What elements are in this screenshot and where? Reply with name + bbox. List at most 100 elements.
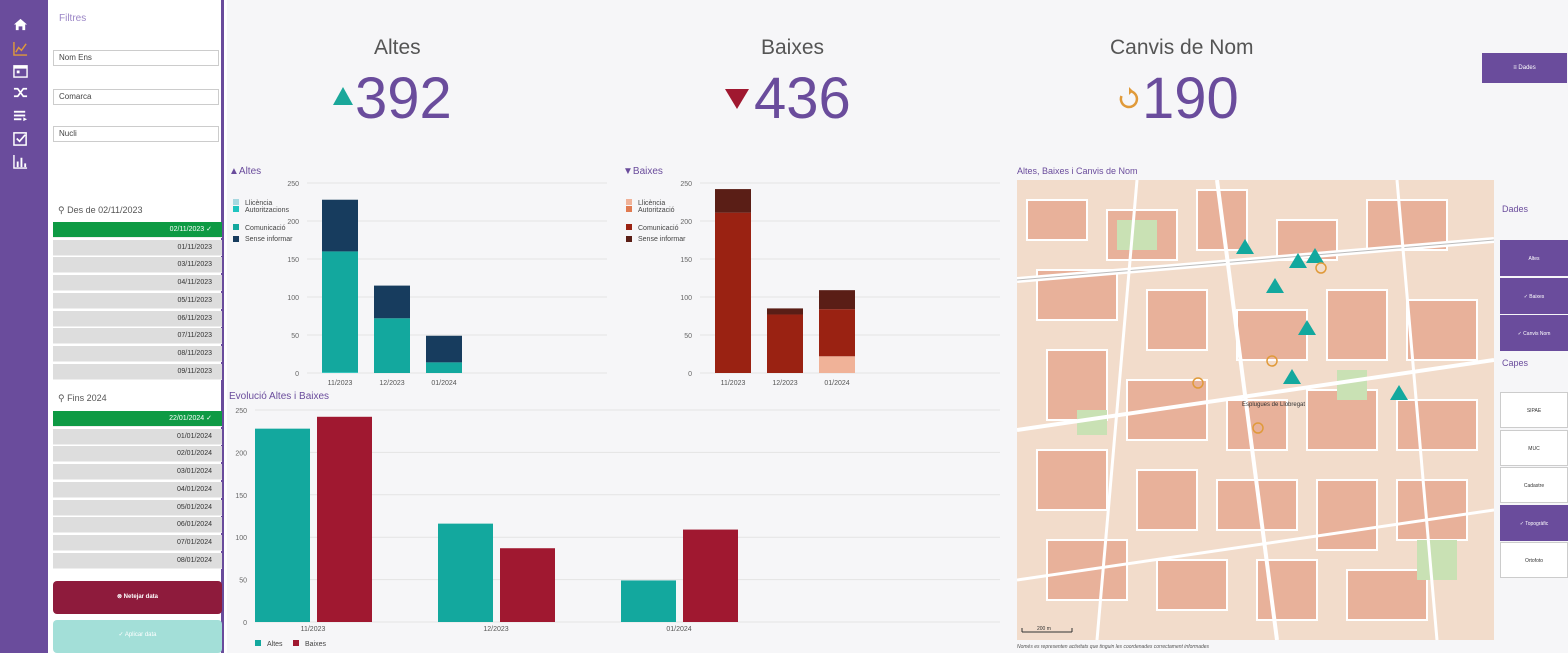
capes-title: Capes — [1502, 358, 1529, 368]
bar-llicència[interactable] — [819, 356, 855, 373]
legend-label: Sense informar — [245, 236, 293, 243]
y-tick-label: 250 — [235, 408, 247, 415]
x-tick-label: 12/2023 — [483, 626, 508, 633]
bar-chart-icon[interactable] — [12, 153, 28, 169]
bar-sense-informar[interactable] — [767, 308, 803, 315]
reset-date-button[interactable]: ⊗ Netejar data — [53, 581, 222, 614]
from-date-item[interactable]: 08/11/2023 — [53, 345, 222, 362]
legend-label: Llicència — [638, 200, 665, 207]
bar-baixes[interactable] — [317, 416, 372, 622]
bar-comunicació[interactable] — [374, 318, 410, 373]
y-tick-label: 100 — [680, 295, 692, 302]
to-date-item[interactable]: 01/01/2024 — [53, 428, 222, 445]
to-date-item[interactable]: 05/01/2024 — [53, 499, 222, 516]
baixes-stacked-chart: 0 50 100 150 200 250 11/2023 12/2023 01/2024 Llic… — [626, 181, 1000, 387]
list-icon[interactable] — [12, 107, 28, 123]
y-tick-label: 50 — [239, 578, 247, 585]
map-view[interactable]: Esplugues de Llobregat 200 m — [1017, 180, 1494, 640]
nom-ens-select[interactable]: Nom Ens — [53, 50, 219, 66]
to-date-item[interactable]: 08/01/2024 — [53, 552, 222, 569]
x-tick-label: 12/2023 — [772, 380, 797, 387]
y-tick-label: 250 — [680, 181, 692, 188]
dades-title: Dades — [1502, 204, 1529, 214]
from-date-item[interactable]: 07/11/2023 — [53, 328, 222, 345]
from-date-item[interactable]: 05/11/2023 — [53, 292, 222, 309]
bar-baixes[interactable] — [683, 529, 738, 622]
nucli-select[interactable]: Nucli — [53, 126, 219, 142]
shuffle-icon[interactable] — [12, 84, 28, 100]
from-date-label: ⚲ Des de 02/11/2023 — [58, 205, 143, 216]
x-tick-label: 01/2024 — [431, 380, 456, 387]
legend-swatch — [233, 199, 239, 205]
bar-sense-informar[interactable] — [374, 285, 410, 319]
from-date-item[interactable]: 02/11/2023 ✓ — [53, 222, 222, 238]
toggle-altes-button[interactable]: Altes — [1500, 240, 1568, 276]
calendar-icon[interactable] — [12, 62, 28, 78]
home-icon[interactable] — [12, 16, 28, 32]
legend-swatch — [626, 199, 632, 205]
y-tick-label: 200 — [235, 450, 247, 457]
toggle-topogràfic-button[interactable]: ✓ Topogràfic — [1500, 504, 1568, 541]
from-date-item[interactable]: 06/11/2023 — [53, 310, 222, 327]
kpi-altes-value: 392 — [355, 66, 452, 131]
y-tick-label: 200 — [680, 219, 692, 226]
legend-label: Comunicació — [638, 225, 679, 232]
bar-comunicació[interactable] — [715, 212, 751, 373]
map-canvas[interactable]: Esplugues de Llobregat 200 m — [1017, 180, 1494, 640]
to-date-item[interactable]: 06/01/2024 — [53, 517, 222, 534]
map-city-label: Esplugues de Llobregat — [1242, 402, 1305, 408]
toggle-sipae-button[interactable]: SIPAE — [1500, 392, 1568, 428]
toggle-cadastre-button[interactable]: Cadastre — [1500, 467, 1568, 503]
legend-swatch — [233, 206, 239, 212]
to-date-item[interactable]: 22/01/2024 ✓ — [53, 411, 222, 427]
bar-altes[interactable] — [255, 428, 310, 622]
kpi-altes-label: Altes — [374, 36, 421, 59]
legend-label: Autorització — [638, 207, 675, 214]
y-tick-label: 100 — [235, 535, 247, 542]
bar-sense-informar[interactable] — [426, 335, 462, 363]
apply-date-button[interactable]: ✓ Aplicar data — [53, 620, 222, 653]
from-date-item[interactable]: 04/11/2023 — [53, 275, 222, 292]
bar-altes[interactable] — [621, 580, 676, 622]
toggle-ortofoto-button[interactable]: Ortofoto — [1500, 542, 1568, 578]
toggle-canvis-nom-button[interactable]: ✓ Canvis Nom — [1500, 315, 1568, 351]
x-tick-label: 11/2023 — [328, 380, 353, 387]
bar-autoritzacions[interactable] — [322, 372, 358, 373]
to-date-item[interactable]: 02/01/2024 — [53, 446, 222, 463]
toggle-baixes-button[interactable]: ✓ Baixes — [1500, 277, 1568, 314]
bar-sense-informar[interactable] — [715, 189, 751, 213]
x-tick-label: 01/2024 — [824, 380, 849, 387]
x-tick-label: 11/2023 — [721, 380, 746, 387]
chart-icon[interactable] — [12, 40, 28, 56]
bar-comunicació[interactable] — [322, 251, 358, 373]
checkbox-icon[interactable] — [12, 130, 28, 146]
bar-comunicació[interactable] — [767, 314, 803, 373]
legend-swatch — [626, 236, 632, 242]
up-triangle-icon — [333, 87, 353, 105]
bar-sense-informar[interactable] — [819, 290, 855, 310]
comarca-select[interactable]: Comarca — [53, 89, 219, 105]
legend-label: Altes — [267, 641, 283, 648]
to-date-item[interactable]: 07/01/2024 — [53, 534, 222, 551]
y-tick-label: 0 — [688, 371, 692, 378]
kpi-baixes-value: 436 — [754, 66, 851, 131]
from-date-item[interactable]: 01/11/2023 — [53, 239, 222, 256]
toggle-muc-button[interactable]: MUC — [1500, 429, 1568, 466]
evolucio-chart-title: Evolució Altes i Baixes — [229, 391, 330, 402]
bar-sense-informar[interactable] — [322, 199, 358, 252]
x-tick-label: 01/2024 — [666, 626, 691, 633]
y-tick-label: 50 — [291, 333, 299, 340]
to-date-item[interactable]: 03/01/2024 — [53, 464, 222, 481]
y-tick-label: 150 — [680, 257, 692, 264]
bar-comunicació[interactable] — [426, 362, 462, 373]
evolucio-chart: 0 50 100 150 200 250 11/2023 12/2023 01/2024 Alte… — [235, 408, 1000, 648]
bar-altes[interactable] — [438, 523, 493, 622]
bar-comunicació[interactable] — [819, 309, 855, 357]
from-date-item[interactable]: 03/11/2023 — [53, 257, 222, 274]
dades-button[interactable]: ≡ Dades — [1482, 53, 1567, 83]
to-date-item[interactable]: 04/01/2024 — [53, 481, 222, 498]
from-date-item[interactable]: 09/11/2023 — [53, 363, 222, 380]
legend-swatch — [293, 640, 299, 646]
filters-panel: Filtres Nom Ens Comarca Nucli ⚲ Des de 0… — [48, 0, 224, 653]
bar-baixes[interactable] — [500, 548, 555, 622]
